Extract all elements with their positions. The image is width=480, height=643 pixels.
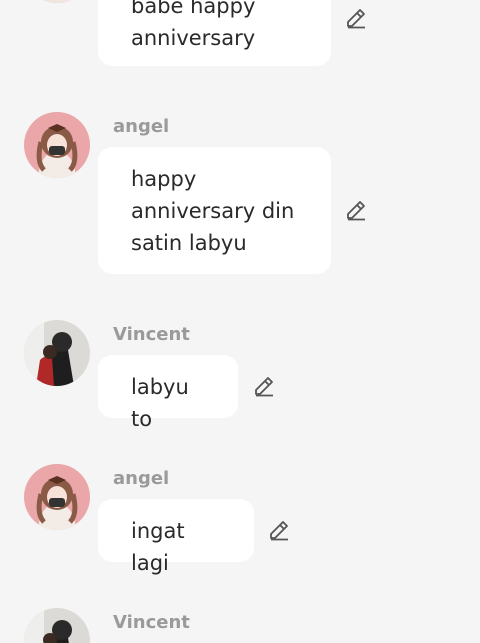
- avatar[interactable]: [24, 0, 90, 3]
- pencil-icon[interactable]: [267, 518, 291, 542]
- angel-avatar-image: [24, 112, 90, 178]
- angel-avatar-image: [24, 464, 90, 530]
- sender-name: Vincent: [113, 612, 190, 633]
- message-bubble: labyu to: [98, 355, 238, 431]
- avatar[interactable]: [24, 608, 90, 643]
- message-item: Vincent labyu to: [0, 320, 480, 431]
- message-item: Vincent: [0, 608, 480, 643]
- chat-thread: babe happy anniversary angel happy anniv…: [0, 0, 480, 643]
- sender-name: Vincent: [113, 324, 190, 345]
- avatar[interactable]: [24, 112, 90, 178]
- avatar[interactable]: [24, 320, 90, 386]
- message-item: angel ingat lagi: [0, 464, 480, 575]
- message-bubble: happy anniversary din satin labyu: [98, 147, 331, 274]
- sender-name: angel: [113, 116, 170, 137]
- message-bubble: babe happy anniversary: [98, 0, 331, 66]
- pencil-icon[interactable]: [344, 6, 368, 30]
- angel-avatar-image: [24, 0, 90, 3]
- pencil-icon[interactable]: [344, 198, 368, 222]
- message-item: angel happy anniversary din satin labyu: [0, 112, 480, 274]
- message-item: babe happy anniversary: [0, 0, 480, 70]
- vincent-avatar-image: [24, 608, 90, 643]
- pencil-icon[interactable]: [252, 374, 276, 398]
- sender-name: angel: [113, 468, 170, 489]
- avatar[interactable]: [24, 464, 90, 530]
- message-bubble: ingat lagi: [98, 499, 254, 575]
- vincent-avatar-image: [24, 320, 90, 386]
